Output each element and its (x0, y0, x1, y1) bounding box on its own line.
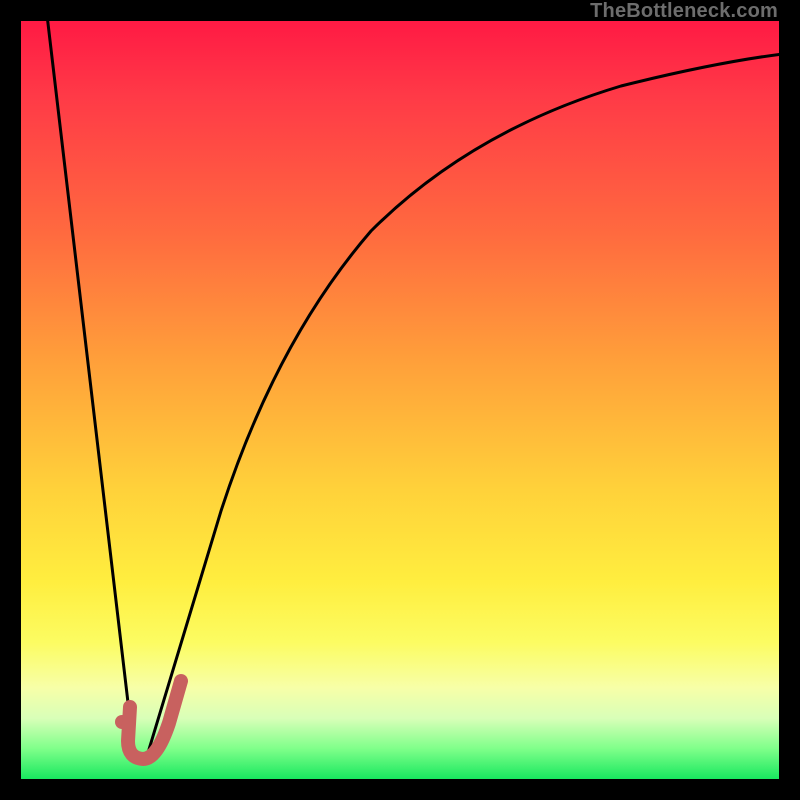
plot-area (21, 21, 779, 779)
curve-right-branch (147, 53, 779, 756)
bottleneck-curve (21, 21, 779, 779)
watermark-text: TheBottleneck.com (590, 0, 778, 23)
marker-j-hook (128, 681, 181, 759)
chart-root: TheBottleneck.com (0, 0, 800, 800)
curve-left-branch (47, 21, 133, 745)
